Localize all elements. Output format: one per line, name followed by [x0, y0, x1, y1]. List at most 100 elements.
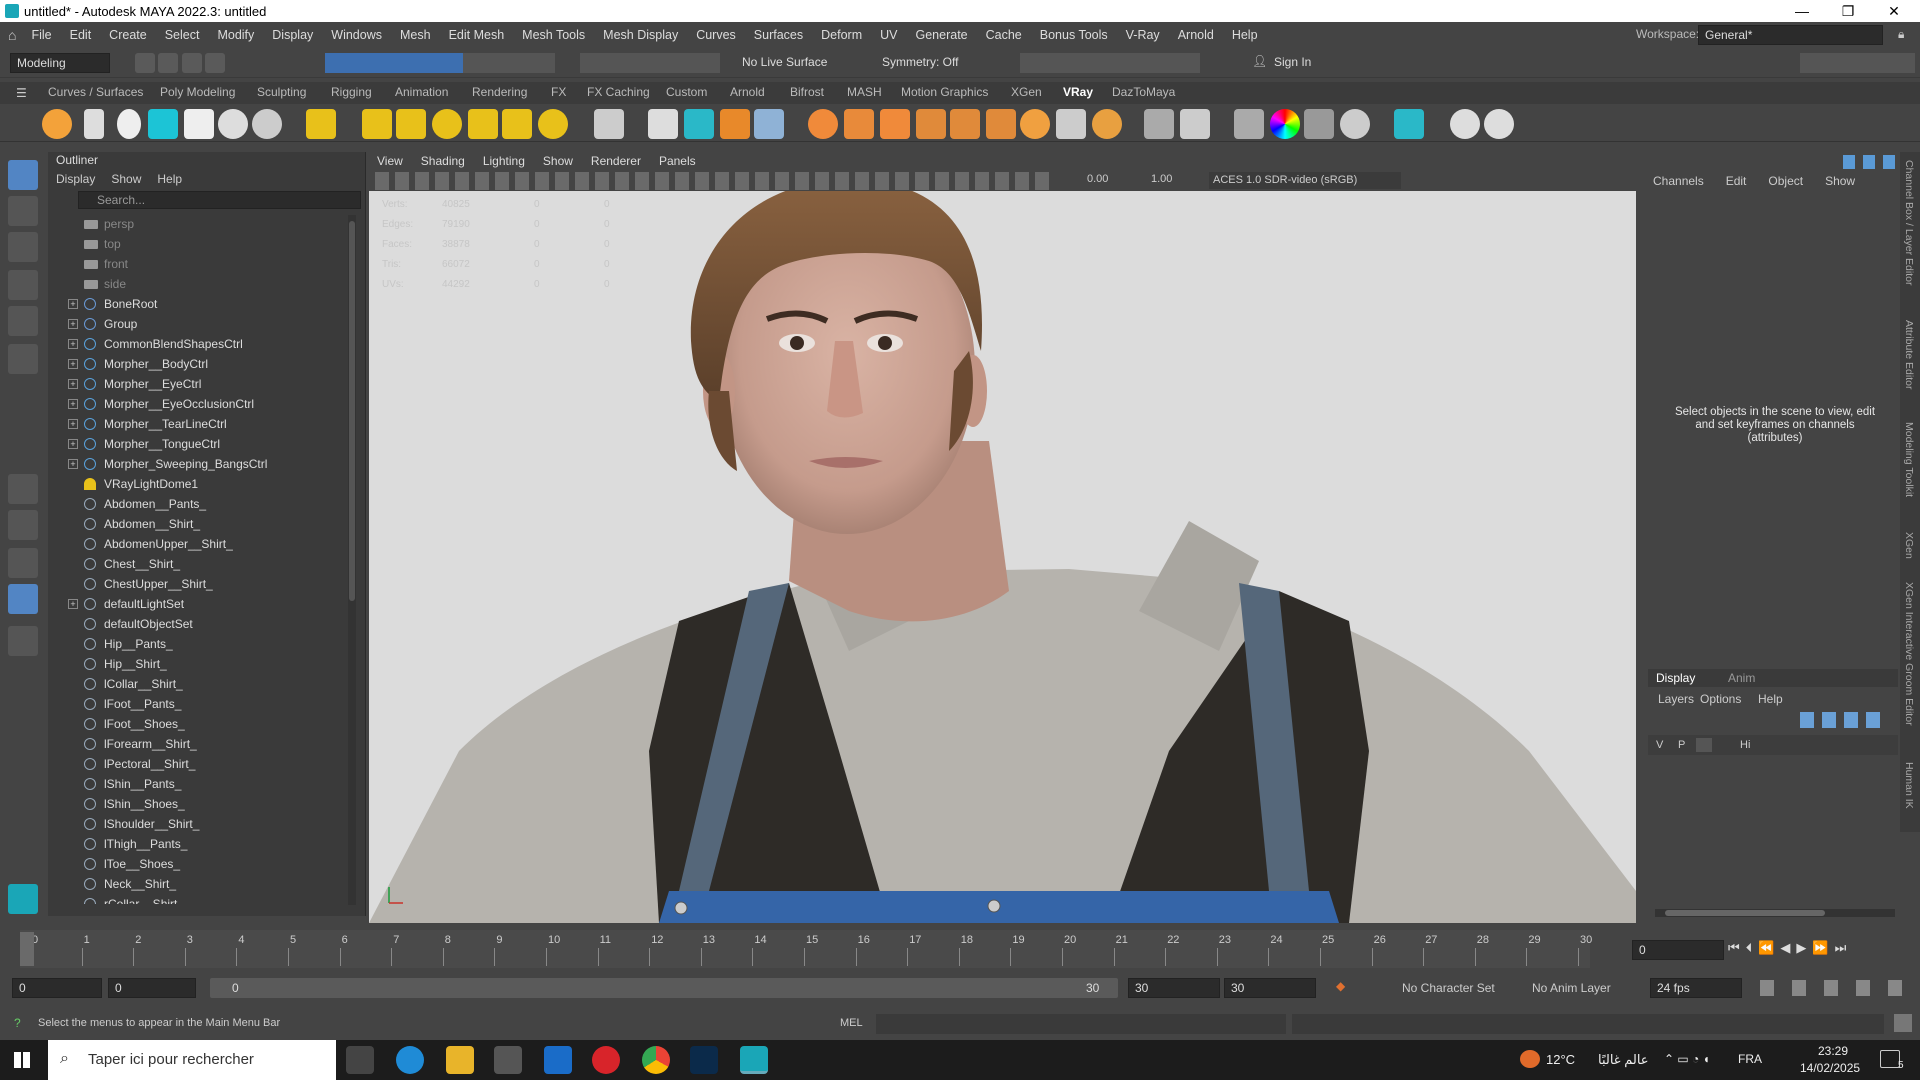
- viewport-3d[interactable]: [369, 191, 1636, 923]
- vray-sphere-icon[interactable]: [252, 109, 282, 139]
- expand-icon[interactable]: +: [68, 299, 78, 309]
- outliner-item[interactable]: + Morpher__EyeCtrl: [48, 374, 348, 394]
- outliner-item[interactable]: Hip__Pants_: [48, 634, 348, 654]
- vray-v-icon[interactable]: [1484, 109, 1514, 139]
- outliner-item[interactable]: + BoneRoot: [48, 294, 348, 314]
- menu-cache[interactable]: Cache: [977, 28, 1031, 42]
- vray-skull-icon[interactable]: [117, 109, 141, 139]
- outliner-item[interactable]: + defaultLightSet: [48, 594, 348, 614]
- menu-curves[interactable]: Curves: [687, 28, 745, 42]
- outliner-item[interactable]: + Morpher__BodyCtrl: [48, 354, 348, 374]
- outlook-icon[interactable]: [544, 1046, 572, 1074]
- layer-row[interactable]: V P Hi: [1648, 735, 1898, 755]
- layer-tools[interactable]: [1800, 712, 1888, 728]
- weather-temp[interactable]: 12°C: [1546, 1052, 1575, 1067]
- play-back-icon[interactable]: ◀: [1780, 940, 1796, 955]
- vray-volume-icon[interactable]: [986, 109, 1016, 139]
- photoshop-icon[interactable]: [690, 1046, 718, 1074]
- outliner-item[interactable]: lCollar__Shirt_: [48, 674, 348, 694]
- taskbar-search-input[interactable]: Taper ici pour rechercher: [48, 1040, 336, 1080]
- character-set-dropdown[interactable]: No Character Set: [1402, 981, 1495, 995]
- colorspace-dropdown[interactable]: ACES 1.0 SDR-video (sRGB): [1209, 172, 1401, 189]
- outliner-item[interactable]: front: [48, 254, 348, 274]
- vray-decal-icon[interactable]: [808, 109, 838, 139]
- task-view-icon[interactable]: [346, 1046, 374, 1074]
- vray-colorwheel-icon[interactable]: [1270, 109, 1300, 139]
- layer-playback-toggle[interactable]: P: [1678, 739, 1685, 751]
- vray-smoke-icon[interactable]: [916, 109, 946, 139]
- time-ruler[interactable]: 0 1 2 3 4 5 6 7 8 9 10 11 12 13 14 15 16 17 18 19 20 21 22 23 24…: [20, 930, 1592, 968]
- outliner-item[interactable]: AbdomenUpper__Shirt_: [48, 534, 348, 554]
- outliner-item[interactable]: lThigh__Pants_: [48, 834, 348, 854]
- outliner-item[interactable]: Abdomen__Pants_: [48, 494, 348, 514]
- menu-edit-mesh[interactable]: Edit Mesh: [440, 28, 514, 42]
- outliner-item[interactable]: Abdomen__Shirt_: [48, 514, 348, 534]
- vray-light-ies-icon[interactable]: [502, 109, 532, 139]
- four-pane-icon[interactable]: [8, 510, 38, 540]
- expand-icon[interactable]: +: [68, 459, 78, 469]
- clock-date[interactable]: 14/02/2025: [1800, 1061, 1860, 1075]
- channel-menu-channels[interactable]: Channels: [1653, 174, 1704, 188]
- vray-mesh-clipper-icon[interactable]: [720, 109, 750, 139]
- minimize-icon[interactable]: —: [1782, 0, 1822, 22]
- channel-menu-show[interactable]: Show: [1825, 174, 1855, 188]
- channel-toolbar-icons[interactable]: [1843, 155, 1899, 169]
- outliner-item[interactable]: lShin__Pants_: [48, 774, 348, 794]
- outliner-item[interactable]: Neck__Shirt_: [48, 874, 348, 894]
- vray-balls-icon[interactable]: [1304, 109, 1334, 139]
- menu-generate[interactable]: Generate: [907, 28, 977, 42]
- shelf-tab-sculpting[interactable]: Sculpting: [257, 85, 306, 99]
- menu-windows[interactable]: Windows: [322, 28, 391, 42]
- exposure-field[interactable]: 1.00: [1151, 173, 1172, 185]
- expand-icon[interactable]: +: [68, 339, 78, 349]
- playhead[interactable]: [20, 932, 34, 966]
- maximize-icon[interactable]: ❐: [1828, 0, 1868, 22]
- vray-gear-icon[interactable]: [1092, 109, 1122, 139]
- menu-mesh-display[interactable]: Mesh Display: [594, 28, 687, 42]
- expand-icon[interactable]: +: [68, 379, 78, 389]
- outliner-item[interactable]: Hip__Shirt_: [48, 654, 348, 674]
- outliner-search-input[interactable]: Search...: [78, 191, 361, 209]
- tray-icons[interactable]: ⌃ ▭ ◔ ◖: [1664, 1052, 1734, 1068]
- menu-file[interactable]: File: [22, 28, 60, 42]
- outliner-item[interactable]: lShin__Shoes_: [48, 794, 348, 814]
- shelf-tab-vray[interactable]: VRay: [1063, 85, 1093, 99]
- vray-vfb-icon[interactable]: [148, 109, 178, 139]
- layer-menu-options[interactable]: Options: [1700, 692, 1741, 706]
- vray-plane-icon[interactable]: [594, 109, 624, 139]
- vray-fur-icon[interactable]: [684, 109, 714, 139]
- outliner-item[interactable]: + Morpher_Sweeping_BangsCtrl: [48, 454, 348, 474]
- menu-deform[interactable]: Deform: [812, 28, 871, 42]
- opera-icon[interactable]: [592, 1046, 620, 1074]
- vray-lens-icon[interactable]: [1056, 109, 1086, 139]
- menu-set-dropdown[interactable]: Modeling: [10, 53, 110, 73]
- two-pane-icon[interactable]: [8, 548, 38, 578]
- viewport-menu-renderer[interactable]: Renderer: [591, 152, 641, 170]
- auto-key-icon[interactable]: ◆: [1336, 979, 1345, 993]
- layer-tab-anim[interactable]: Anim: [1728, 671, 1755, 685]
- vray-denoise-icon[interactable]: [1234, 109, 1264, 139]
- undo-icon[interactable]: [205, 53, 226, 73]
- outliner-item[interactable]: + Morpher__TearLineCtrl: [48, 414, 348, 434]
- side-tab-xgen[interactable]: XGen: [1903, 532, 1915, 559]
- expand-icon[interactable]: +: [68, 419, 78, 429]
- outliner-item[interactable]: top: [48, 234, 348, 254]
- vray-sun-icon[interactable]: [538, 109, 568, 139]
- side-tab-attribute-editor[interactable]: Attribute Editor: [1903, 320, 1915, 389]
- vray-material-icon[interactable]: [306, 109, 336, 139]
- search-icon[interactable]: [8, 626, 38, 656]
- open-scene-icon[interactable]: [158, 53, 179, 73]
- sign-in-button[interactable]: Sign In: [1268, 53, 1374, 73]
- viewport-menu-lighting[interactable]: Lighting: [483, 152, 525, 170]
- outliner-item[interactable]: + Morpher__EyeOcclusionCtrl: [48, 394, 348, 414]
- shelf-tab-animation[interactable]: Animation: [395, 85, 448, 99]
- workspace-dropdown[interactable]: General*: [1698, 25, 1883, 45]
- vray-shape-icon[interactable]: [1144, 109, 1174, 139]
- vray-half-sphere-icon[interactable]: [1020, 109, 1050, 139]
- vray-chaos-icon[interactable]: [1450, 109, 1480, 139]
- layer-color-swatch[interactable]: [1696, 738, 1712, 752]
- outliner-item[interactable]: side: [48, 274, 348, 294]
- menu-select[interactable]: Select: [156, 28, 209, 42]
- outliner-item[interactable]: VRayLightDome1: [48, 474, 348, 494]
- fps-dropdown[interactable]: 24 fps: [1650, 978, 1742, 998]
